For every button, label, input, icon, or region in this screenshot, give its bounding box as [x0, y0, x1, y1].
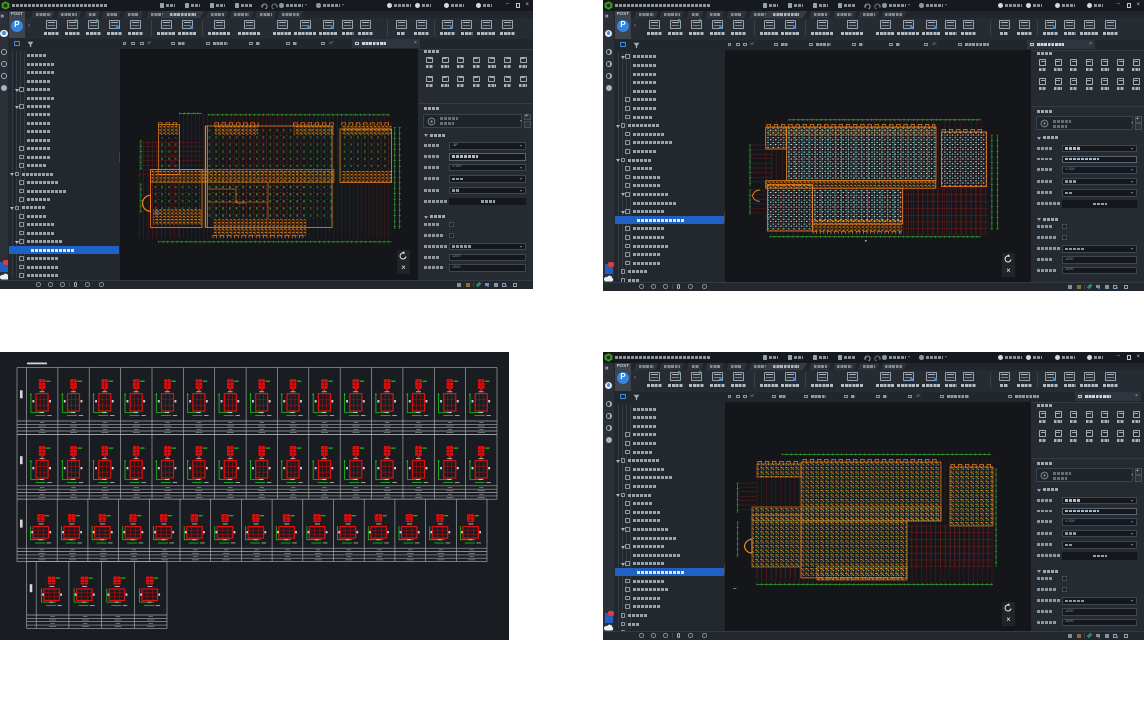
- svg-text:×: ×: [401, 263, 406, 272]
- svg-text:×: ×: [1006, 615, 1011, 624]
- svg-text:×: ×: [1006, 266, 1011, 275]
